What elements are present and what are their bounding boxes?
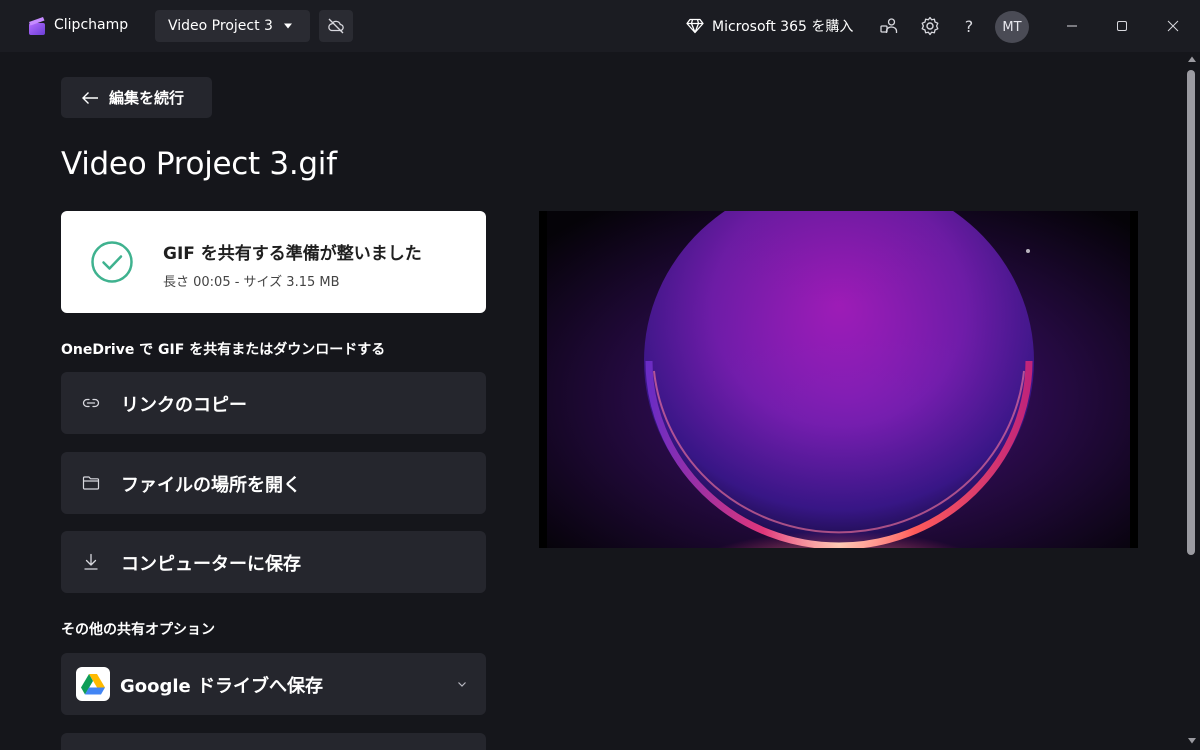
project-name-label: Video Project 3 [168, 18, 273, 34]
scrollbar-thumb[interactable] [1187, 70, 1195, 555]
help-button[interactable]: ? [959, 16, 979, 36]
folder-icon [81, 473, 101, 493]
save-to-computer-label: コンピューターに保存 [121, 554, 301, 575]
arrow-left-icon [82, 91, 98, 104]
scroll-up-arrow-icon[interactable] [1187, 55, 1197, 63]
share-people-button[interactable] [879, 16, 899, 36]
maximize-button[interactable] [1112, 16, 1132, 36]
project-name-dropdown[interactable]: Video Project 3 [155, 10, 310, 42]
chevron-down-icon[interactable] [456, 678, 468, 690]
copy-link-label: リンクのコピー [121, 395, 247, 416]
app-name: Clipchamp [54, 17, 129, 33]
minimize-icon [1067, 25, 1077, 27]
download-icon [81, 552, 101, 572]
buy-microsoft-365-button[interactable]: Microsoft 365 を購入 [686, 16, 853, 36]
settings-button[interactable] [920, 16, 940, 36]
diamond-icon [686, 18, 704, 34]
copy-link-button[interactable]: リンクのコピー [61, 372, 486, 434]
avatar-initials: MT [1002, 19, 1022, 35]
minimize-button[interactable] [1062, 16, 1082, 36]
open-file-location-label: ファイルの場所を開く [121, 475, 301, 496]
continue-editing-label: 編集を続行 [109, 89, 185, 107]
maximize-icon [1117, 21, 1127, 31]
google-drive-icon [76, 667, 110, 701]
buy-microsoft-365-label: Microsoft 365 を購入 [712, 19, 854, 35]
status-meta: 長さ 00:05 - サイズ 3.15 MB [163, 275, 340, 290]
close-icon [1167, 20, 1179, 32]
gif-preview [539, 211, 1138, 548]
title-bar: Clipchamp Video Project 3 Microsoft 365 … [0, 0, 1200, 52]
scroll-down-arrow-icon[interactable] [1187, 737, 1197, 745]
gif-preview-artwork [539, 211, 1138, 548]
other-options-heading: その他の共有オプション [61, 622, 215, 638]
help-icon: ? [964, 16, 974, 36]
status-title: GIF を共有する準備が整いました [163, 244, 422, 264]
onedrive-section-heading: OneDrive で GIF を共有またはダウンロードする [61, 342, 386, 358]
save-to-computer-button[interactable]: コンピューターに保存 [61, 531, 486, 593]
cloud-off-icon [328, 18, 344, 34]
continue-editing-button[interactable]: 編集を続行 [61, 77, 212, 118]
caret-down-icon [284, 23, 292, 29]
page-title: Video Project 3.gif [61, 146, 337, 182]
user-avatar[interactable]: MT [995, 11, 1029, 43]
check-circle-icon [91, 241, 133, 283]
save-to-google-drive-button[interactable]: Google ドライブへ保存 [61, 653, 486, 715]
link-icon [81, 393, 101, 413]
clipchamp-logo-icon [29, 17, 45, 35]
export-status-card: GIF を共有する準備が整いました 長さ 00:05 - サイズ 3.15 MB [61, 211, 486, 313]
people-share-icon [880, 18, 898, 33]
open-file-location-button[interactable]: ファイルの場所を開く [61, 452, 486, 514]
cloud-sync-off-button[interactable] [319, 10, 353, 42]
close-window-button[interactable] [1163, 16, 1183, 36]
more-share-option-row[interactable] [61, 733, 486, 750]
save-to-google-drive-label: Google ドライブへ保存 [120, 676, 324, 697]
gear-icon [921, 16, 939, 36]
